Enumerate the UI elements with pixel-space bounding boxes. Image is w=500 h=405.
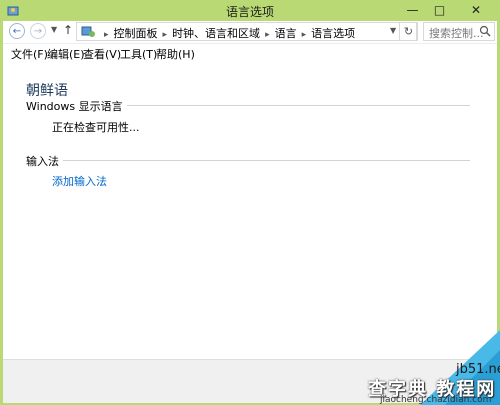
content-pane: 朝鲜语 Windows 显示语言 正在检查可用性... 输入法 添加输入法 xyxy=(3,62,497,359)
refresh-button[interactable]: ↻ xyxy=(399,22,418,41)
back-button[interactable]: ← xyxy=(9,23,25,39)
close-button[interactable]: ✕ xyxy=(454,0,498,20)
control-panel-icon xyxy=(81,26,95,37)
menu-bar: 文件(F) 编辑(E) 查看(V) 工具(T) 帮助(H) xyxy=(3,43,497,62)
breadcrumb-language-options[interactable]: 语言选项 xyxy=(311,27,355,40)
address-dropdown-button[interactable]: ▼ xyxy=(390,26,396,35)
menu-edit[interactable]: 编辑(E) xyxy=(47,46,85,62)
menu-tools[interactable]: 工具(T) xyxy=(120,46,157,62)
chevron-right-icon: ▸ xyxy=(104,30,109,40)
chevron-right-icon: ▸ xyxy=(162,30,168,40)
section-divider xyxy=(26,160,470,161)
arrow-right-icon: → xyxy=(33,25,43,37)
display-language-heading: Windows 显示语言 xyxy=(26,98,127,114)
watermark-url: jiaocheng.chazidian.com xyxy=(380,395,492,405)
breadcrumb-clock-language-region[interactable]: 时钟、语言和区域 xyxy=(172,27,260,40)
chevron-down-icon: ▼ xyxy=(51,25,58,34)
title-bar[interactable]: 语言选项 — □ ✕ xyxy=(0,0,500,21)
search-placeholder: 搜索控制... xyxy=(429,27,484,40)
breadcrumb: ▸ 控制面板 ▸ 时钟、语言和区域 ▸ 语言 ▸ 语言选项 xyxy=(99,25,355,41)
ime-heading: 输入法 xyxy=(26,153,63,169)
forward-button[interactable]: → xyxy=(30,23,46,39)
maximize-button[interactable]: □ xyxy=(426,0,453,20)
chevron-right-icon: ▸ xyxy=(265,30,270,40)
arrow-up-icon: ↑ xyxy=(63,23,74,37)
menu-view[interactable]: 查看(V) xyxy=(83,46,121,62)
refresh-icon: ↻ xyxy=(403,25,414,38)
search-input[interactable]: 搜索控制... xyxy=(423,22,495,41)
chevron-right-icon: ▸ xyxy=(301,30,307,40)
menu-help[interactable]: 帮助(H) xyxy=(156,46,195,62)
menu-file[interactable]: 文件(F) xyxy=(11,46,48,62)
language-title: 朝鲜语 xyxy=(26,83,68,99)
minimize-button[interactable]: — xyxy=(399,0,426,20)
up-button[interactable]: ↑ xyxy=(63,23,73,37)
availability-status: 正在检查可用性... xyxy=(52,121,140,134)
breadcrumb-language[interactable]: 语言 xyxy=(275,27,297,40)
chevron-down-icon: ▼ xyxy=(390,26,397,35)
breadcrumb-control-panel[interactable]: 控制面板 xyxy=(114,27,158,40)
address-bar[interactable]: ▸ 控制面板 ▸ 时钟、语言和区域 ▸ 语言 ▸ 语言选项 ▼ xyxy=(76,22,417,41)
recent-locations-button[interactable]: ▼ xyxy=(51,25,57,34)
add-input-method-link[interactable]: 添加输入法 xyxy=(52,173,107,189)
explorer-window: 语言选项 — □ ✕ ← → ▼ ↑ ▸ 控制面板 ▸ 时钟、语言和区域 ▸ 语言 ▸ 语言选… xyxy=(0,0,500,405)
search-icon xyxy=(479,25,491,37)
arrow-left-icon: ← xyxy=(12,25,22,37)
navigation-bar: ← → ▼ ↑ ▸ 控制面板 ▸ 时钟、语言和区域 ▸ 语言 ▸ 语言选项 ▼ ↻ xyxy=(3,21,497,43)
